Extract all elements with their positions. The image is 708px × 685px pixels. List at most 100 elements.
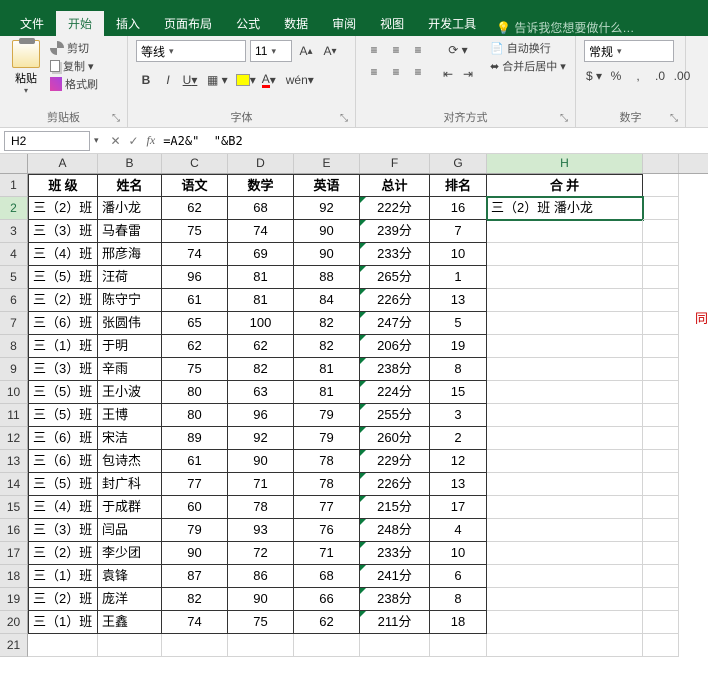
cell[interactable]: 90 (228, 588, 294, 611)
cell[interactable] (98, 634, 162, 657)
cell[interactable]: 62 (162, 197, 228, 220)
row-header[interactable]: 20 (0, 611, 28, 634)
align-middle-button[interactable]: ≡ (386, 40, 406, 60)
cell[interactable] (643, 427, 679, 450)
cell[interactable]: 邢彦海 (98, 243, 162, 266)
cell[interactable] (487, 588, 643, 611)
cell[interactable]: 62 (162, 335, 228, 358)
row-header[interactable]: 17 (0, 542, 28, 565)
cell[interactable]: 75 (162, 358, 228, 381)
tab-data[interactable]: 数据 (272, 11, 320, 36)
cell[interactable]: 265分 (360, 266, 430, 289)
cell[interactable]: 三（2）班 (28, 197, 98, 220)
cell[interactable]: 90 (294, 220, 360, 243)
cell[interactable]: 96 (162, 266, 228, 289)
row-header[interactable]: 3 (0, 220, 28, 243)
col-header-E[interactable]: E (294, 154, 360, 173)
number-launcher[interactable]: ⤡ (670, 113, 682, 125)
cell[interactable]: 总计 (360, 174, 430, 197)
borders-button[interactable]: ▦ ▾ (206, 70, 229, 90)
align-launcher[interactable]: ⤡ (560, 113, 572, 125)
cell[interactable]: 10 (430, 243, 487, 266)
cell[interactable] (487, 358, 643, 381)
cell[interactable]: 80 (162, 381, 228, 404)
cell[interactable]: 255分 (360, 404, 430, 427)
row-header[interactable]: 15 (0, 496, 28, 519)
cell[interactable]: 239分 (360, 220, 430, 243)
cell[interactable] (643, 381, 679, 404)
cell[interactable]: 248分 (360, 519, 430, 542)
cell[interactable]: 13 (430, 473, 487, 496)
cell[interactable]: 84 (294, 289, 360, 312)
cell[interactable]: 229分 (360, 450, 430, 473)
cell[interactable] (162, 634, 228, 657)
font-size-combo[interactable]: 11▾ (250, 40, 292, 62)
cell[interactable]: 80 (162, 404, 228, 427)
cell[interactable] (360, 634, 430, 657)
cell[interactable]: 90 (162, 542, 228, 565)
paste-button[interactable]: 粘贴 ▾ (8, 40, 44, 107)
cell[interactable]: 三（4）班 (28, 496, 98, 519)
cell[interactable] (643, 312, 679, 335)
cell[interactable]: 62 (294, 611, 360, 634)
cell[interactable]: 90 (294, 243, 360, 266)
cell[interactable]: 260分 (360, 427, 430, 450)
worksheet[interactable]: A B C D E F G H 1班 级姓名语文数学英语总计排名合 并2三（2）… (0, 154, 708, 657)
cell[interactable] (487, 266, 643, 289)
cell[interactable]: 77 (162, 473, 228, 496)
tab-insert[interactable]: 插入 (104, 11, 152, 36)
col-header-B[interactable]: B (98, 154, 162, 173)
cell[interactable]: 三（1）班 (28, 565, 98, 588)
cell[interactable]: 班 级 (28, 174, 98, 197)
cell[interactable]: 三（6）班 (28, 312, 98, 335)
cell[interactable] (643, 565, 679, 588)
cell[interactable] (643, 634, 679, 657)
cell[interactable]: 英语 (294, 174, 360, 197)
align-bottom-button[interactable]: ≡ (408, 40, 428, 60)
cell[interactable]: 17 (430, 496, 487, 519)
cell[interactable]: 王博 (98, 404, 162, 427)
font-color-button[interactable]: A ▾ (259, 70, 279, 90)
cell[interactable]: 81 (228, 266, 294, 289)
increase-indent-button[interactable]: ⇥ (458, 64, 478, 84)
cell[interactable]: 三（2）班 (28, 542, 98, 565)
cell[interactable]: 3 (430, 404, 487, 427)
cell[interactable]: 8 (430, 588, 487, 611)
cell[interactable]: 闫品 (98, 519, 162, 542)
cell[interactable]: 74 (162, 611, 228, 634)
percent-button[interactable]: % (606, 66, 626, 86)
underline-button[interactable]: U ▾ (180, 70, 200, 90)
cell[interactable]: 12 (430, 450, 487, 473)
cell[interactable]: 数学 (228, 174, 294, 197)
select-all-corner[interactable] (0, 154, 28, 173)
tab-developer[interactable]: 开发工具 (416, 11, 488, 36)
cell[interactable]: 6 (430, 565, 487, 588)
cell[interactable]: 排名 (430, 174, 487, 197)
cell[interactable]: 71 (228, 473, 294, 496)
row-header[interactable]: 14 (0, 473, 28, 496)
cell[interactable]: 15 (430, 381, 487, 404)
cell[interactable]: 庞洋 (98, 588, 162, 611)
name-box[interactable] (4, 131, 90, 151)
row-header[interactable]: 9 (0, 358, 28, 381)
row-header[interactable]: 18 (0, 565, 28, 588)
cell[interactable] (643, 243, 679, 266)
cell[interactable]: 222分 (360, 197, 430, 220)
cell[interactable] (643, 519, 679, 542)
cell[interactable]: 71 (294, 542, 360, 565)
cell[interactable]: 4 (430, 519, 487, 542)
col-header-A[interactable]: A (28, 154, 98, 173)
cell[interactable] (643, 496, 679, 519)
cell[interactable]: 陈守宁 (98, 289, 162, 312)
shrink-font-button[interactable]: A▾ (320, 41, 340, 61)
cell[interactable]: 三（3）班 (28, 220, 98, 243)
cell[interactable]: 张圆伟 (98, 312, 162, 335)
decrease-indent-button[interactable]: ⇤ (438, 64, 458, 84)
cell[interactable]: 三（6）班 (28, 427, 98, 450)
tell-me[interactable]: 💡 告诉我您想要做什么… (496, 19, 634, 36)
cell[interactable]: 宋洁 (98, 427, 162, 450)
align-center-button[interactable]: ≡ (386, 62, 406, 82)
cell[interactable]: 241分 (360, 565, 430, 588)
cell[interactable]: 82 (294, 312, 360, 335)
cell[interactable]: 2 (430, 427, 487, 450)
